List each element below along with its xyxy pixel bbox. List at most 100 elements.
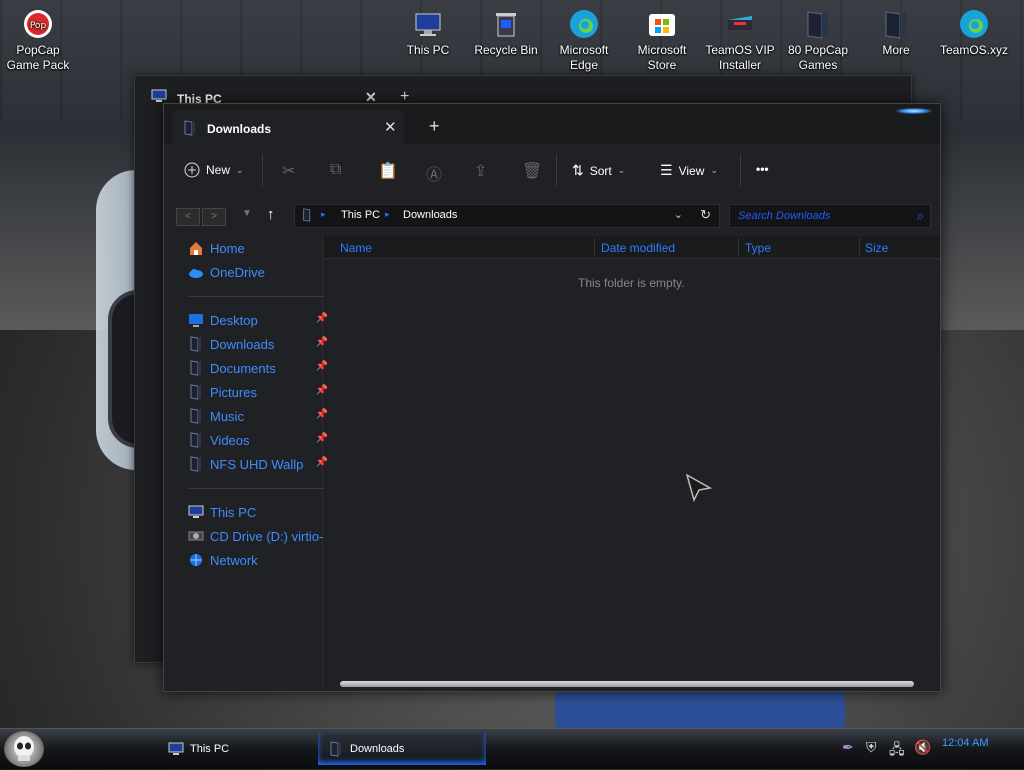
network-status-icon[interactable]: 🖧 [889, 739, 905, 763]
forward-button[interactable]: > [202, 208, 226, 226]
search-box[interactable]: Search Downloads ⌕ [729, 204, 931, 228]
column-size[interactable]: Size [865, 241, 888, 255]
column-separator[interactable] [859, 238, 860, 256]
music-icon [190, 408, 201, 424]
taskbar: This PC Downloads ✒ ⛨ 🖧 🔇 12:04 AM [0, 728, 1024, 769]
sort-button[interactable]: ⇅ Sort ⌄ [572, 162, 625, 179]
refresh-icon[interactable]: ↻ [700, 207, 711, 223]
tab-downloads[interactable]: Downloads ✕ [172, 110, 404, 144]
desktop-icon-store[interactable]: Microsoft Store [624, 8, 700, 73]
desktop-icon-edge[interactable]: Microsoft Edge [546, 8, 622, 73]
games-folder-icon [807, 11, 828, 39]
store-icon [649, 14, 675, 36]
desktop-icon-popcap[interactable]: Pop PopCap Game Pack [0, 8, 76, 73]
start-button[interactable] [4, 731, 44, 767]
pin-icon[interactable]: 📌 [316, 313, 328, 324]
up-arrow-icon[interactable]: ↑ [267, 206, 275, 223]
nav-label: CD Drive (D:) virtio- [210, 528, 324, 544]
desktop-icon-teamos-installer[interactable]: TeamOS VIP Installer [702, 8, 778, 73]
security-icon[interactable]: ⛨ [866, 739, 877, 756]
volume-muted-icon[interactable]: 🔇 [914, 739, 931, 756]
taskbar-button-label: This PC [190, 743, 230, 755]
downloads-icon [190, 336, 201, 352]
column-separator[interactable] [594, 238, 595, 256]
explorer-window[interactable]: Downloads ✕ + New ⌄ ✂ ⧉ 📋 Ⓐ ⇪ 🗑 ⇅ Sort ⌄… [163, 103, 941, 692]
search-placeholder: Search Downloads [738, 210, 831, 222]
close-icon[interactable]: ✕ [384, 118, 397, 136]
view-label: View [678, 163, 705, 178]
taskbar-button-label: Downloads [350, 743, 405, 755]
cut-icon[interactable]: ✂ [282, 161, 295, 181]
desktop-icon-label: PopCap [16, 43, 60, 57]
nav-item-this-pc[interactable]: This PC [188, 502, 328, 522]
column-type[interactable]: Type [745, 241, 771, 255]
taskbar-button-downloads[interactable]: Downloads [318, 733, 486, 765]
search-icon: ⌕ [916, 208, 924, 223]
nav-label: Music [210, 408, 244, 424]
desktop-icon-label: Store [647, 58, 677, 72]
mouse-cursor-icon [686, 474, 712, 502]
column-date-modified[interactable]: Date modified [601, 241, 675, 255]
chevron-down-icon: ⌄ [710, 165, 718, 175]
nav-item-network[interactable]: Network [188, 550, 328, 570]
horizontal-scrollbar[interactable] [340, 681, 914, 687]
delete-icon[interactable]: 🗑 [522, 161, 542, 181]
recent-locations-icon[interactable]: ▼ [242, 208, 252, 219]
clock[interactable]: 12:04 AM [942, 737, 988, 749]
column-name[interactable]: Name [340, 241, 372, 255]
nav-item-documents[interactable]: Documents 📌 [188, 358, 328, 378]
plus-circle-icon [184, 162, 200, 178]
pin-icon[interactable]: 📌 [316, 409, 328, 420]
toolbar-separator [556, 154, 557, 186]
feather-icon[interactable]: ✒ [842, 739, 854, 756]
taskbar-button-this-pc[interactable]: This PC [160, 733, 318, 765]
desktop-icon-label: Game Pack [6, 58, 70, 72]
desktop-icon-teamos-xyz[interactable]: TeamOS.xyz [936, 8, 1012, 58]
nav-item-pictures[interactable]: Pictures 📌 [188, 382, 328, 402]
desktop-icon-more[interactable]: More [858, 8, 934, 58]
desktop-icon-this-pc[interactable]: This PC [390, 8, 466, 58]
nav-item-downloads[interactable]: Downloads 📌 [188, 334, 328, 354]
column-headers: Name Date modified Type Size [324, 236, 940, 259]
paste-icon[interactable]: 📋 [378, 161, 398, 181]
nav-item-music[interactable]: Music 📌 [188, 406, 328, 426]
copy-icon[interactable]: ⧉ [330, 161, 341, 179]
tab-title: Downloads [207, 122, 272, 136]
pin-icon[interactable]: 📌 [316, 361, 328, 372]
more-options-button[interactable]: ••• [756, 162, 769, 176]
breadcrumb-downloads[interactable]: Downloads [403, 209, 457, 221]
nav-item-videos[interactable]: Videos 📌 [188, 430, 328, 450]
desktop-icon-label: TeamOS VIP [705, 43, 775, 57]
nav-item-cd-drive[interactable]: CD Drive (D:) virtio- [188, 526, 328, 546]
rename-icon[interactable]: Ⓐ [426, 161, 442, 185]
sort-icon: ⇅ [572, 162, 584, 178]
share-icon[interactable]: ⇪ [474, 161, 487, 181]
nav-item-nfs-wallpapers[interactable]: NFS UHD Wallp 📌 [188, 454, 328, 474]
breadcrumb-this-pc[interactable]: This PC [341, 209, 380, 221]
folder-icon [303, 208, 311, 222]
nav-label: This PC [210, 504, 257, 520]
nav-label: Pictures [210, 384, 257, 400]
chevron-down-icon[interactable]: ⌄ [674, 208, 683, 221]
new-tab-button[interactable]: + [429, 116, 440, 137]
column-separator[interactable] [738, 238, 739, 256]
pin-icon[interactable]: 📌 [316, 337, 328, 348]
address-bar[interactable]: ▸ This PC ▸ Downloads ⌄ ↻ [294, 204, 720, 228]
view-icon: ☰ [660, 162, 673, 178]
desktop-icon-label: Games [798, 58, 838, 72]
view-button[interactable]: ☰ View ⌄ [660, 162, 718, 179]
desktop-icon-recycle-bin[interactable]: Recycle Bin [468, 8, 544, 58]
nav-item-onedrive[interactable]: OneDrive [188, 262, 328, 282]
window-glow-accent [896, 108, 932, 114]
pin-icon[interactable]: 📌 [316, 457, 328, 468]
desktop-icon-popcap-games[interactable]: 80 PopCap Games [780, 8, 856, 73]
new-button[interactable]: New ⌄ [184, 162, 244, 178]
documents-icon [190, 360, 201, 376]
nav-item-desktop[interactable]: Desktop 📌 [188, 310, 328, 330]
pin-icon[interactable]: 📌 [316, 433, 328, 444]
back-button[interactable]: < [176, 208, 200, 226]
pin-icon[interactable]: 📌 [316, 385, 328, 396]
downloads-folder-icon [330, 741, 341, 757]
nav-item-home[interactable]: Home [188, 238, 328, 258]
wallpaper-car-bumper [555, 690, 845, 730]
